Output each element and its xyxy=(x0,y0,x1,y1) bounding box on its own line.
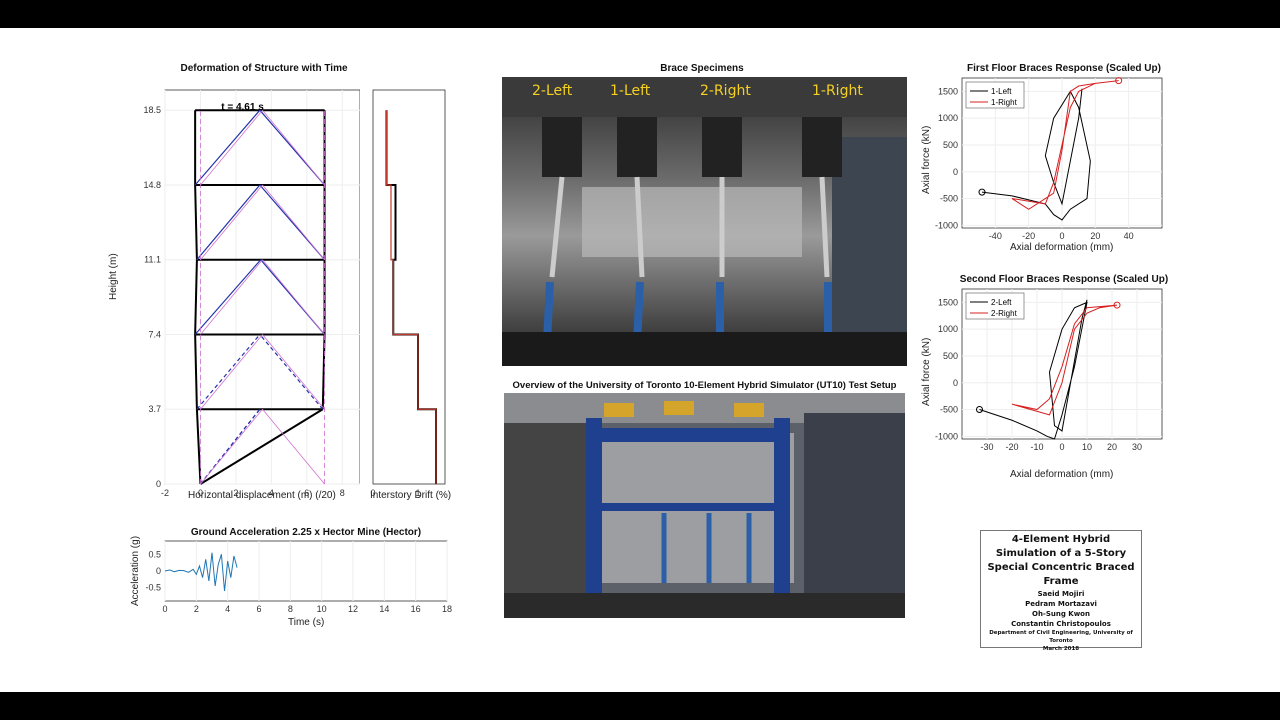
floor1-xlabel: Axial deformation (mm) xyxy=(1010,242,1114,253)
credit-author-2: Pedram Mortazavi xyxy=(1025,600,1097,608)
floor1-ytick-label: 1500 xyxy=(938,86,958,96)
floor1-ytick-label: -500 xyxy=(940,194,958,204)
floor2-xtick-label: 0 xyxy=(1059,442,1064,452)
deformation-ytick-label: 11.1 xyxy=(144,255,161,265)
ground-xtick-label: 6 xyxy=(256,604,261,614)
floor2-legend-label: 2-Left xyxy=(991,298,1012,307)
deformation-ytick-label: 18.5 xyxy=(143,105,161,115)
floor2-legend-label: 2-Right xyxy=(991,309,1018,318)
ground-xtick-label: 16 xyxy=(411,604,421,614)
brace-photo-title: Brace Specimens xyxy=(660,63,744,74)
credit-author-4: Constantin Christopoulos xyxy=(1011,620,1111,628)
brace-label-2-left: 2-Left xyxy=(532,83,573,99)
floor1-plot: -40 -20 0 20 40 1500 1000 500 0 -500 -1000 1-Left 1-… xyxy=(935,77,1163,241)
credit-box: 4-Element Hybrid Simulation of a 5-Story… xyxy=(980,530,1142,652)
ground-xlabel: Time (s) xyxy=(288,617,325,628)
test-setup-photo xyxy=(504,393,905,618)
floor1-xtick-label: -40 xyxy=(989,231,1002,241)
floor1-legend-label: 1-Left xyxy=(991,87,1012,96)
setup-photo-title: Overview of the University of Toronto 10… xyxy=(512,380,897,391)
floor2-xtick-label: 10 xyxy=(1082,442,1092,452)
ground-ylabel: Acceleration (g) xyxy=(130,535,141,606)
drift-axes-box xyxy=(372,89,446,485)
floor1-xtick-label: 0 xyxy=(1059,231,1064,241)
floor2-xtick-label: -10 xyxy=(1030,442,1043,452)
ground-xtick-label: 18 xyxy=(442,604,452,614)
credit-author-3: Oh-Sung Kwon xyxy=(1032,610,1090,618)
floor1-legend-label: 1-Right xyxy=(991,98,1018,107)
floor1-xtick-label: -20 xyxy=(1022,231,1035,241)
ground-xtick-label: 2 xyxy=(194,604,199,614)
deformation-ytick-label: 7.4 xyxy=(148,329,161,339)
credit-department: Department of Civil Engineering, Univers… xyxy=(989,630,1133,644)
deformation-ytick-label: 14.8 xyxy=(143,180,161,190)
deformation-ylabel: Height (m) xyxy=(108,253,119,300)
drift-xlabel: Interstory Drift (%) xyxy=(370,490,452,501)
floor1-ytick-label: 500 xyxy=(943,140,958,150)
floor2-xlabel: Axial deformation (mm) xyxy=(1010,469,1114,480)
ground-xtick-label: 14 xyxy=(379,604,389,614)
floor2-xtick-label: -20 xyxy=(1005,442,1018,452)
credit-date: March 2018 xyxy=(1042,646,1080,652)
brace-label-2-right: 2-Right xyxy=(700,83,751,99)
deformation-title: Deformation of Structure with Time xyxy=(180,63,348,74)
floor1-ylabel: Axial force (kN) xyxy=(921,125,932,194)
floor1-ytick-label: 1000 xyxy=(938,113,958,123)
deformation-xtick-label: 8 xyxy=(340,488,345,498)
drift-plot: 01 xyxy=(370,89,446,498)
ground-ytick-label: 0.5 xyxy=(148,549,161,559)
floor1-ytick-label: -1000 xyxy=(935,220,958,230)
figure-canvas: Deformation of Structure with Time -2 0 2 4… xyxy=(0,28,1280,692)
deformation-ytick-label: 0 xyxy=(156,479,161,489)
floor2-xtick-label: 20 xyxy=(1107,442,1117,452)
deformation-ytick-label: 3.7 xyxy=(148,404,161,414)
floor1-ytick-label: 0 xyxy=(953,167,958,177)
floor2-ytick-label: 1000 xyxy=(938,324,958,334)
credit-title: 4-Element Hybrid Simulation of a 5-Story… xyxy=(987,534,1135,587)
credit-author-1: Saeid Mojiri xyxy=(1037,590,1085,598)
deformation-plot: -2 0 2 4 6 803.77.411.114.818.5 t = 4.61 s xyxy=(143,89,360,498)
floor1-xtick-label: 20 xyxy=(1090,231,1100,241)
deformation-xlabel: Horizontal displacement (m) (/20) xyxy=(188,490,336,501)
floor2-ytick-label: 1500 xyxy=(938,297,958,307)
brace-specimens-photo: 2-Left 1-Left 2-Right 1-Right xyxy=(502,77,907,366)
floor2-xtick-label: 30 xyxy=(1132,442,1142,452)
floor2-ylabel: Axial force (kN) xyxy=(921,337,932,406)
ground-ytick-label: -0.5 xyxy=(145,583,161,593)
floor2-ytick-label: -500 xyxy=(940,405,958,415)
floor2-xtick-label: -30 xyxy=(980,442,993,452)
ground-ytick-label: 0 xyxy=(156,566,161,576)
floor2-plot: -30 -20 -10 0 10 20 30 1500 1000 500 0 -500 -1000 2-L… xyxy=(935,288,1163,452)
ground-xtick-label: 12 xyxy=(348,604,358,614)
deformation-xtick-label: -2 xyxy=(161,488,169,498)
ground-xtick-label: 0 xyxy=(162,604,167,614)
floor1-xtick-label: 40 xyxy=(1124,231,1134,241)
floor2-ytick-label: 0 xyxy=(953,378,958,388)
ground-xtick-label: 4 xyxy=(225,604,230,614)
floor2-ytick-label: -1000 xyxy=(935,431,958,441)
brace-label-1-left: 1-Left xyxy=(610,83,651,99)
brace-label-1-right: 1-Right xyxy=(812,83,863,99)
ground-xtick-label: 10 xyxy=(317,604,327,614)
floor2-ytick-label: 500 xyxy=(943,351,958,361)
ground-xtick-label: 8 xyxy=(288,604,293,614)
time-label: t = 4.61 s xyxy=(221,102,264,113)
ground-title: Ground Acceleration 2.25 x Hector Mine (… xyxy=(190,527,422,538)
